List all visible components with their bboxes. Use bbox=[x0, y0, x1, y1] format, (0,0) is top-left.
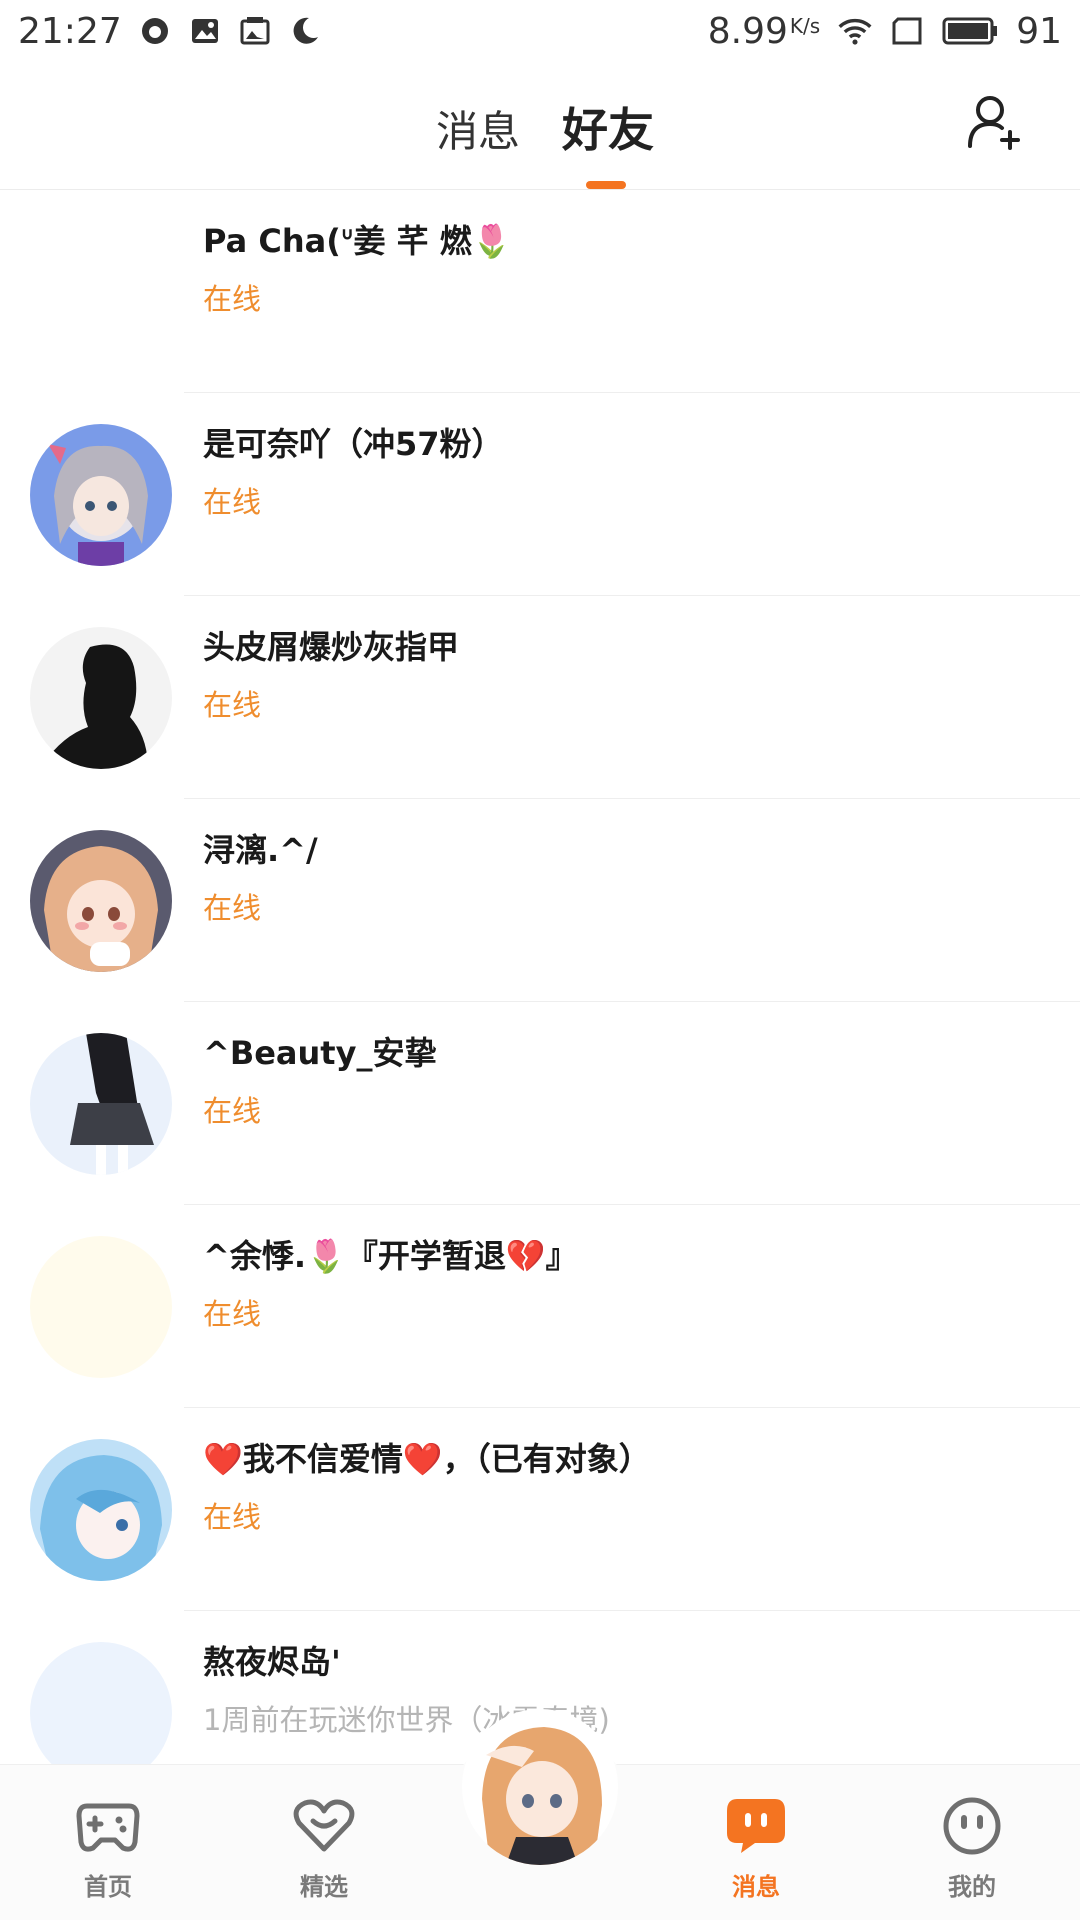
tab-messages[interactable]: 消息 bbox=[436, 98, 520, 159]
nav-label: 消息 bbox=[732, 1873, 780, 1901]
moon-icon bbox=[288, 14, 322, 48]
active-tab-indicator bbox=[586, 181, 626, 189]
status-left: 21:27 bbox=[18, 11, 322, 52]
battery-level: 91 bbox=[1016, 10, 1062, 52]
avatar[interactable] bbox=[30, 1439, 172, 1581]
friend-status: 在线 bbox=[203, 1094, 262, 1128]
friend-row[interactable]: ❤️我不信爱情❤️，（已有对象） 在线 bbox=[0, 1408, 1080, 1611]
avatar[interactable] bbox=[30, 424, 172, 566]
header: 消息 好友 bbox=[0, 62, 1080, 190]
friend-status: 在线 bbox=[203, 891, 262, 925]
friend-row[interactable]: 是可奈吖（冲57粉） 在线 bbox=[0, 393, 1080, 596]
gamepad-icon bbox=[75, 1793, 141, 1859]
friend-name: 浔漓.^/ bbox=[203, 831, 318, 869]
friend-name: ^余悸.🌷『开学暂退💔』 bbox=[203, 1237, 578, 1275]
avatar[interactable] bbox=[30, 1642, 172, 1764]
gallery-notification-icon bbox=[188, 14, 222, 48]
add-friend-button[interactable] bbox=[962, 90, 1026, 154]
friend-name: Pa Cha(ᐡ姜 芊 燃🌷 bbox=[203, 222, 512, 260]
heart-icon bbox=[291, 1793, 357, 1859]
friend-status: 在线 bbox=[203, 1297, 262, 1331]
app-notification-icon bbox=[138, 14, 172, 48]
bottom-nav: 首页 精选 消息 我的 bbox=[0, 1709, 1080, 1920]
wifi-icon bbox=[838, 14, 872, 48]
avatar[interactable] bbox=[30, 1236, 172, 1378]
friend-status: 在线 bbox=[203, 688, 262, 722]
friend-row[interactable]: ^Beauty_安挚 在线 bbox=[0, 1002, 1080, 1205]
nav-messages[interactable]: 消息 bbox=[696, 1793, 816, 1902]
friend-row[interactable]: 浔漓.^/ 在线 bbox=[0, 799, 1080, 1002]
tab-friends[interactable]: 好友 bbox=[562, 94, 654, 160]
friend-status: 在线 bbox=[203, 282, 262, 316]
friend-name: ^Beauty_安挚 bbox=[203, 1034, 437, 1072]
avatar[interactable] bbox=[30, 830, 172, 972]
avatar[interactable] bbox=[30, 1033, 172, 1175]
smiley-face-icon bbox=[939, 1793, 1005, 1859]
nav-home[interactable]: 首页 bbox=[48, 1793, 168, 1902]
photo-notification-icon bbox=[238, 14, 272, 48]
friend-name: ❤️我不信爱情❤️，（已有对象） bbox=[203, 1440, 651, 1478]
friend-name: 头皮屑爆炒灰指甲 bbox=[203, 628, 460, 666]
net-speed-unit: K/s bbox=[789, 13, 821, 38]
status-bar: 21:27 8.99 K/s 91 bbox=[0, 0, 1080, 62]
nav-mine[interactable]: 我的 bbox=[912, 1793, 1032, 1902]
nav-label: 精选 bbox=[300, 1873, 348, 1901]
avatar[interactable] bbox=[30, 627, 172, 769]
friend-status: 在线 bbox=[203, 1500, 262, 1534]
friend-row[interactable]: 头皮屑爆炒灰指甲 在线 bbox=[0, 596, 1080, 799]
friend-row[interactable]: Pa Cha(ᐡ姜 芊 燃🌷 在线 bbox=[0, 190, 1080, 393]
add-person-icon bbox=[968, 96, 1020, 150]
friend-list: Pa Cha(ᐡ姜 芊 燃🌷 在线 是可奈吖（冲57粉） 在线 头皮屑爆炒灰指甲… bbox=[0, 190, 1080, 1764]
friend-status: 在线 bbox=[203, 485, 262, 519]
clock: 21:27 bbox=[18, 10, 122, 52]
friend-row[interactable]: ^余悸.🌷『开学暂退💔』 在线 bbox=[0, 1205, 1080, 1408]
sim-icon bbox=[890, 14, 924, 48]
status-right: 8.99 K/s 91 bbox=[708, 11, 1062, 52]
center-character-avatar[interactable] bbox=[462, 1709, 618, 1865]
battery-icon bbox=[942, 14, 998, 48]
chat-bubble-icon bbox=[723, 1793, 789, 1859]
nav-label: 首页 bbox=[84, 1873, 132, 1901]
nav-featured[interactable]: 精选 bbox=[264, 1793, 384, 1902]
nav-label: 我的 bbox=[948, 1873, 996, 1901]
net-speed: 8.99 K/s bbox=[707, 10, 821, 52]
friend-name: 熬夜烬岛' bbox=[203, 1643, 341, 1681]
friend-name: 是可奈吖（冲57粉） bbox=[203, 425, 504, 463]
